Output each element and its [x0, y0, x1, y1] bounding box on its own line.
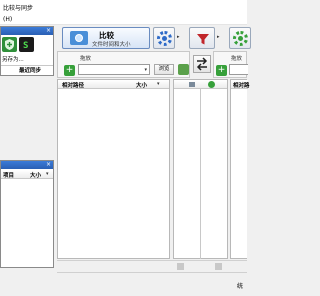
add-folder-icon[interactable]: +: [216, 65, 227, 76]
svg-text:S: S: [23, 41, 28, 51]
right-folder-bar: 拖放 +: [213, 51, 248, 78]
shield-icon[interactable]: [2, 37, 17, 52]
sync-action-icon[interactable]: [208, 81, 215, 88]
right-folder-combo[interactable]: [229, 64, 248, 75]
left-browse-button[interactable]: 浏览: [154, 64, 174, 75]
left-folder-combo[interactable]: ▾: [78, 64, 150, 75]
add-folder-icon[interactable]: +: [64, 65, 75, 76]
chevron-down-icon: ▾: [144, 67, 147, 73]
divider: [200, 89, 201, 259]
menu-help[interactable]: (H): [3, 16, 12, 23]
swap-sides-button[interactable]: [193, 55, 211, 73]
status-bar: 统: [57, 272, 247, 296]
menu-bar: (H): [0, 14, 247, 25]
left-file-list[interactable]: 相对路径 大小 ▾: [57, 79, 170, 259]
filter-dropdown[interactable]: ▸: [217, 34, 220, 40]
drive-icon[interactable]: [178, 64, 189, 75]
tab-recent-sync[interactable]: 最近同步: [19, 66, 41, 74]
camera-icon: [70, 31, 88, 45]
filter-icon: [197, 34, 209, 45]
right-column-header: 相对路: [231, 80, 250, 89]
col-relative-path[interactable]: 相对路: [233, 81, 250, 89]
panel-header: ×: [1, 27, 53, 35]
middle-action-column: [173, 79, 228, 259]
panel-header: ×: [1, 161, 53, 169]
col-relative-path[interactable]: 相对路径: [62, 81, 84, 89]
filter-button[interactable]: [189, 27, 215, 49]
overview-panel: × 项目 大小 ▾: [0, 160, 54, 268]
compare-button[interactable]: 比较 文件时间和大小: [62, 27, 150, 49]
col-size[interactable]: 大小: [136, 81, 147, 89]
status-bar-top: [57, 260, 247, 272]
col-size[interactable]: 大小: [30, 171, 41, 179]
sort-arrow-icon: ▾: [157, 81, 160, 87]
compare-subtitle: 文件时间和大小: [92, 42, 131, 48]
right-file-list[interactable]: 相对路: [230, 79, 250, 259]
overview-column-header: 项目 大小 ▾: [1, 170, 53, 179]
status-text: 统: [237, 283, 244, 290]
left-folder-bar: 拖放 + ▾ 浏览: [57, 51, 190, 78]
compare-settings-button[interactable]: [153, 27, 175, 49]
save-as-link[interactable]: 另存为...: [2, 55, 24, 63]
sort-arrow-icon: ▾: [46, 171, 49, 177]
window-title: 比较与同步: [3, 5, 34, 12]
status-icon: [215, 263, 222, 270]
compare-settings-dropdown[interactable]: ▸: [177, 34, 180, 40]
col-item[interactable]: 项目: [3, 171, 14, 179]
category-icon[interactable]: [189, 82, 195, 87]
left-column-header: 相对路径 大小 ▾: [58, 80, 169, 89]
close-icon[interactable]: ×: [46, 161, 51, 169]
sync-settings-button[interactable]: [229, 27, 251, 49]
close-icon[interactable]: ×: [46, 27, 51, 35]
sync-config-panel: × S 另存为... 最近同步: [0, 26, 54, 76]
middle-column-header: [174, 80, 227, 89]
swap-arrows-icon: [196, 57, 208, 71]
right-drop-label: 拖放: [231, 56, 243, 62]
left-drop-label: 拖放: [80, 56, 92, 62]
terminal-icon[interactable]: S: [19, 37, 34, 52]
status-icon: [177, 263, 184, 270]
title-bar: 比较与同步: [0, 0, 247, 14]
